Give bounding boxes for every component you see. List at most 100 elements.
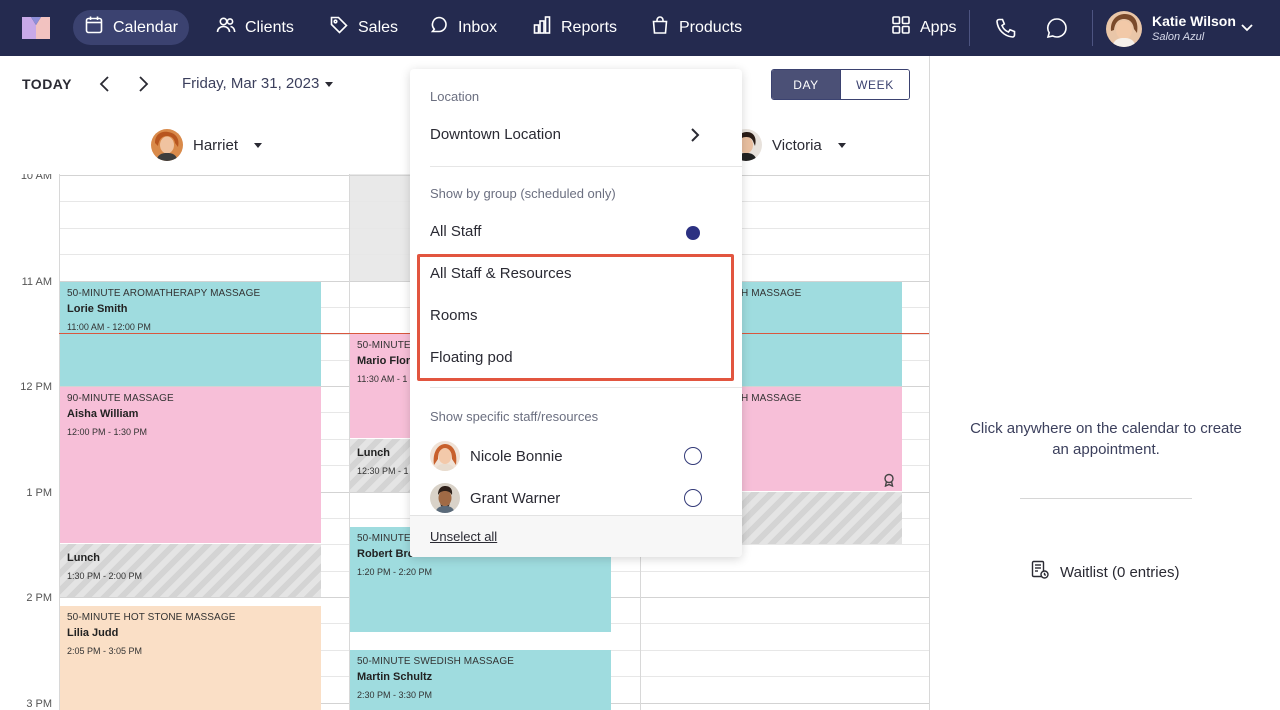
appointment-time: 12:00 PM - 1:30 PM bbox=[67, 427, 148, 437]
appointment-service: 50-MINUTE HOT STONE MASSAGE bbox=[67, 612, 236, 623]
shopping-bag-icon bbox=[650, 15, 670, 40]
date-label: Friday, Mar 31, 2023 bbox=[182, 75, 320, 92]
nav-products[interactable]: Products bbox=[639, 10, 753, 45]
waitlist-icon bbox=[1030, 560, 1050, 584]
staff-header-harriet[interactable]: Harriet bbox=[151, 129, 263, 161]
staff-filter-dropdown: Location Downtown Location Show by group… bbox=[410, 69, 742, 557]
appointment-service: H MASSAGE bbox=[741, 288, 802, 299]
group-option-rooms[interactable]: Rooms bbox=[430, 307, 722, 324]
group-option-all-staff-resources[interactable]: All Staff & Resources bbox=[430, 265, 722, 282]
staff-header-victoria[interactable]: Victoria bbox=[730, 129, 846, 161]
nav-inbox-label: Inbox bbox=[458, 18, 498, 36]
hour-label: 2 PM bbox=[26, 592, 52, 604]
group-option-label: All Staff & Resources bbox=[430, 265, 572, 282]
hour-label: 11 AM bbox=[21, 276, 52, 288]
apps-grid-icon bbox=[891, 15, 911, 40]
appointment-card[interactable]: 50-MINUTE HOT STONE MASSAGE Lilia Judd 2… bbox=[60, 606, 321, 710]
nav-clients[interactable]: Clients bbox=[205, 10, 305, 45]
appointment-service: 90-MINUTE MASSAGE bbox=[67, 393, 174, 404]
appointment-card[interactable]: 50-MINUTE AROMATHERAPY MASSAGE Lorie Smi… bbox=[60, 282, 321, 386]
hour-label: 3 PM bbox=[26, 698, 52, 710]
user-avatar[interactable] bbox=[1106, 11, 1142, 47]
staff-option-name: Nicole Bonnie bbox=[470, 447, 563, 465]
phone-icon[interactable] bbox=[994, 16, 1018, 40]
avatar bbox=[430, 483, 460, 513]
appointment-client: Aisha William bbox=[67, 408, 139, 420]
appointment-service: 50-MINUTE SWEDISH MASSAGE bbox=[357, 656, 514, 667]
chat-icon bbox=[429, 15, 449, 40]
nav-inbox[interactable]: Inbox bbox=[418, 10, 508, 45]
group-option-floating-pod[interactable]: Floating pod bbox=[430, 349, 722, 366]
staff-option-grant-warner[interactable]: Grant Warner bbox=[430, 483, 722, 513]
user-name[interactable]: Katie Wilson bbox=[1152, 13, 1236, 29]
today-button[interactable]: TODAY bbox=[22, 76, 72, 92]
award-icon bbox=[882, 473, 896, 488]
group-section-label: Show by group (scheduled only) bbox=[430, 186, 616, 201]
chevron-right-icon[interactable] bbox=[133, 74, 153, 94]
appointment-client: Martin Schultz bbox=[357, 671, 433, 683]
nav-clients-label: Clients bbox=[245, 18, 294, 36]
group-option-all-staff[interactable]: All Staff bbox=[430, 223, 722, 243]
top-nav-bar: Calendar Clients Sales Inbox Reports Pro… bbox=[0, 0, 1280, 56]
radio-selected-icon[interactable] bbox=[686, 226, 700, 240]
block-title: Lunch bbox=[67, 552, 100, 564]
appointment-time: 2:05 PM - 3:05 PM bbox=[67, 646, 143, 656]
waitlist-button[interactable]: Waitlist (0 entries) bbox=[1030, 560, 1179, 584]
chevron-down-icon[interactable] bbox=[1240, 20, 1254, 34]
nav-sales-label: Sales bbox=[358, 18, 399, 36]
lunch-block[interactable]: Lunch 1:30 PM - 2:00 PM bbox=[60, 544, 321, 597]
nav-divider bbox=[1092, 10, 1093, 46]
staff-option-nicole-bonnie[interactable]: Nicole Bonnie bbox=[430, 441, 722, 471]
nav-apps[interactable]: Apps bbox=[880, 10, 967, 45]
calendar-border bbox=[929, 56, 930, 710]
hour-label: 1 PM bbox=[26, 487, 52, 499]
location-selector[interactable]: Downtown Location bbox=[430, 126, 722, 143]
appointment-service: H MASSAGE bbox=[741, 393, 802, 404]
appointment-service: 50-MINUTE AROMATHERAPY MASSAGE bbox=[67, 288, 261, 299]
location-section-label: Location bbox=[430, 89, 480, 104]
chevron-left-icon[interactable] bbox=[95, 74, 115, 94]
waitlist-label: Waitlist (0 entries) bbox=[1060, 563, 1180, 581]
view-toggle: DAY WEEK bbox=[771, 69, 910, 100]
appointment-time: 2:30 PM - 3:30 PM bbox=[357, 690, 433, 700]
radio-unselected-icon[interactable] bbox=[684, 489, 702, 507]
appointment-card[interactable]: 90-MINUTE MASSAGE Aisha William 12:00 PM… bbox=[60, 387, 321, 543]
appointment-client: Lilia Judd bbox=[67, 627, 119, 639]
nav-products-label: Products bbox=[679, 18, 743, 36]
brand-logo[interactable] bbox=[22, 17, 50, 39]
dropdown-footer: Unselect all bbox=[410, 515, 742, 557]
avatar bbox=[151, 129, 183, 161]
nav-reports[interactable]: Reports bbox=[521, 10, 628, 45]
block-time: 1:30 PM - 2:00 PM bbox=[67, 571, 143, 581]
calendar-icon bbox=[84, 15, 104, 40]
week-view-button[interactable]: WEEK bbox=[840, 70, 909, 99]
hour-label: 10 AM bbox=[20, 174, 52, 182]
message-icon[interactable] bbox=[1045, 16, 1069, 40]
date-picker-button[interactable]: Friday, Mar 31, 2023 bbox=[182, 75, 334, 92]
appointment-time: 11:00 AM - 12:00 PM bbox=[67, 322, 151, 332]
caret-down-icon bbox=[254, 142, 263, 148]
nav-apps-label: Apps bbox=[920, 18, 957, 36]
staff-name: Victoria bbox=[772, 136, 822, 154]
group-option-label: Floating pod bbox=[430, 349, 513, 366]
hour-label: 12 PM bbox=[20, 381, 52, 393]
location-value: Downtown Location bbox=[430, 126, 561, 143]
bar-chart-icon bbox=[532, 15, 552, 40]
unselect-all-link[interactable]: Unselect all bbox=[430, 529, 497, 544]
tag-icon bbox=[329, 15, 349, 40]
group-option-label: Rooms bbox=[430, 307, 478, 324]
specific-section-label: Show specific staff/resources bbox=[430, 409, 599, 424]
users-icon bbox=[216, 15, 236, 40]
nav-sales[interactable]: Sales bbox=[318, 10, 409, 45]
divider bbox=[1020, 498, 1192, 499]
nav-divider bbox=[969, 10, 970, 46]
day-view-button[interactable]: DAY bbox=[772, 70, 840, 99]
appointment-card[interactable]: 50-MINUTE SWEDISH MASSAGE Martin Schultz… bbox=[350, 650, 611, 710]
radio-unselected-icon[interactable] bbox=[684, 447, 702, 465]
divider bbox=[430, 166, 742, 167]
caret-down-icon bbox=[325, 81, 334, 87]
nav-calendar[interactable]: Calendar bbox=[73, 10, 189, 45]
appointment-time: 1:20 PM - 2:20 PM bbox=[357, 567, 433, 577]
staff-name: Harriet bbox=[193, 136, 239, 154]
group-option-label: All Staff bbox=[430, 223, 482, 240]
